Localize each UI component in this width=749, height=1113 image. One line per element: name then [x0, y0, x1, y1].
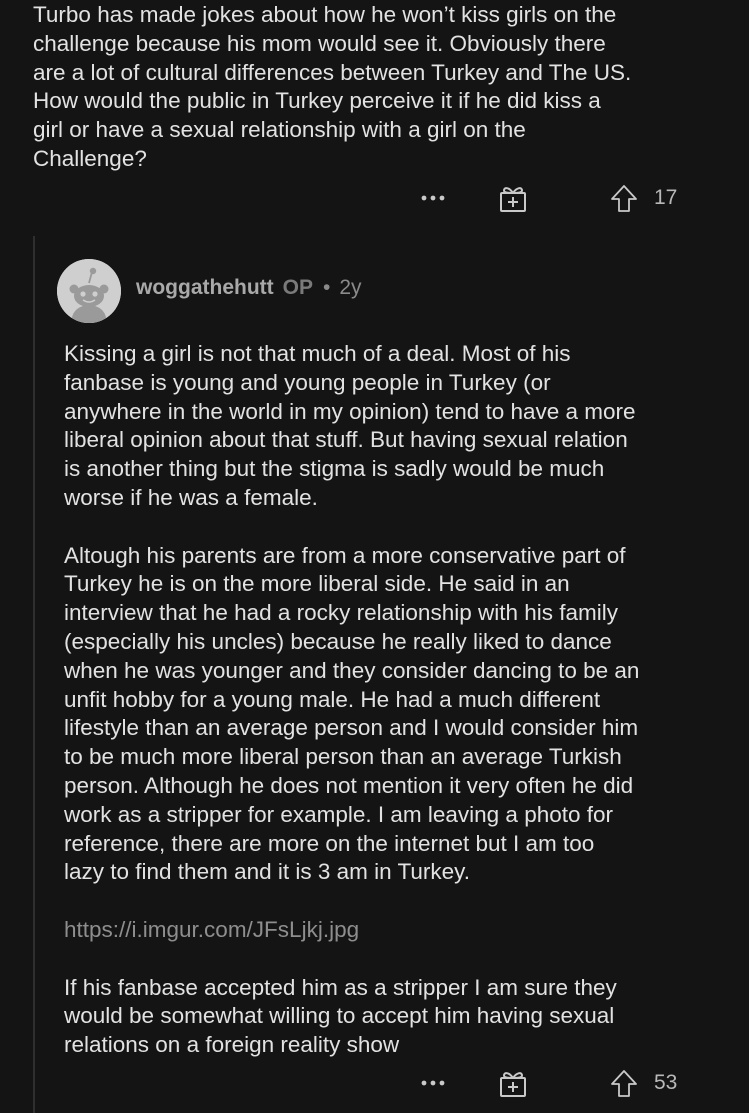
more-options-button[interactable] [418, 182, 448, 214]
award-button[interactable] [496, 1067, 530, 1099]
award-gift-icon [500, 1072, 526, 1097]
reply-comment-actions: 53 [418, 1067, 677, 1099]
comment-age: 2y [339, 276, 362, 299]
comment-line: are a lot of cultural differences betwee… [33, 59, 632, 85]
comment-line: challenge because his mom would see it. … [33, 30, 606, 56]
comment-line: work as a stripper for example. I am lea… [64, 801, 614, 827]
parent-comment-actions: 17 [418, 182, 677, 214]
comment-line: lazy to find them and it is 3 am in Turk… [64, 859, 471, 885]
comment-line: worse if he was a female. [64, 484, 318, 510]
comment-line: to be much more liberal person than an a… [64, 744, 622, 770]
comment-line: person. Although he does not mention it … [64, 772, 634, 798]
reply-comment-body: Kissing a girl is not that much of a dea… [64, 340, 744, 1089]
comment-line: liberal opinion about that stuff. But ha… [64, 427, 628, 453]
upvote-button[interactable] [606, 182, 642, 214]
comment-line: unfit hobby for a young male. He had a m… [64, 686, 601, 712]
username[interactable]: woggathehutt [136, 276, 274, 300]
upvote-arrow-icon [611, 185, 637, 212]
comment-line: Turbo has made jokes about how he won’t … [33, 2, 617, 27]
comment-paragraph: If his fanbase accepted him as a strippe… [64, 974, 744, 1060]
comment-line: Kissing a girl is not that much of a dea… [64, 341, 571, 366]
more-options-button[interactable] [418, 1067, 448, 1099]
comment-line: relations on a foreign reality show [64, 1032, 400, 1058]
comment-line: interview that he had a rocky relationsh… [64, 600, 619, 626]
comment-line: Turkey he is on the more liberal side. H… [64, 571, 570, 597]
comment-paragraph: https://i.imgur.com/JFsLjkj.jpg [64, 916, 744, 945]
op-badge: OP [282, 276, 313, 299]
snoo-avatar-icon [57, 259, 121, 323]
upvote-arrow-icon [611, 1070, 637, 1097]
parent-comment-body: Turbo has made jokes about how he won’t … [33, 1, 733, 174]
upvote-button[interactable] [606, 1067, 642, 1099]
comment-line: reference, there are more on the interne… [64, 830, 595, 856]
comment-line: Challenge? [33, 145, 147, 171]
comment-line: (especially his uncles) because he reall… [64, 628, 612, 654]
vote-count: 17 [654, 186, 678, 209]
meta-separator: • [322, 276, 331, 299]
comment-line: anywhere in the world in my opinion) ten… [64, 398, 636, 424]
vote-count: 53 [654, 1071, 678, 1094]
comment-line: would be somewhat willing to accept him … [64, 1003, 615, 1029]
comment-line: is another thing but the stigma is sadly… [64, 456, 605, 482]
avatar[interactable] [57, 259, 121, 323]
award-button[interactable] [496, 182, 530, 214]
comment-line: girl or have a sexual relationship with … [33, 117, 526, 143]
comment-line: when he was younger and they consider da… [64, 657, 640, 683]
comment-line: Altough his parents are from a more cons… [64, 542, 626, 568]
reply-meta: woggathehutt OP • 2y [136, 276, 362, 300]
vote-group: 53 [606, 1067, 677, 1099]
vote-group: 17 [606, 182, 677, 214]
comment-line: How would the public in Turkey perceive … [33, 88, 601, 114]
comment-paragraph: Altough his parents are from a more cons… [64, 542, 744, 888]
comment-paragraph: Kissing a girl is not that much of a dea… [64, 340, 744, 513]
more-options-icon [421, 1080, 445, 1086]
comment-line: If his fanbase accepted him as a strippe… [64, 974, 617, 1000]
image-link[interactable]: https://i.imgur.com/JFsLjkj.jpg [64, 917, 359, 942]
comment-line: lifestyle than an average person and I w… [64, 715, 639, 741]
comment-line: fanbase is young and young people in Tur… [64, 369, 551, 395]
more-options-icon [421, 195, 445, 201]
award-gift-icon [500, 187, 526, 212]
thread-line[interactable] [33, 236, 35, 1113]
